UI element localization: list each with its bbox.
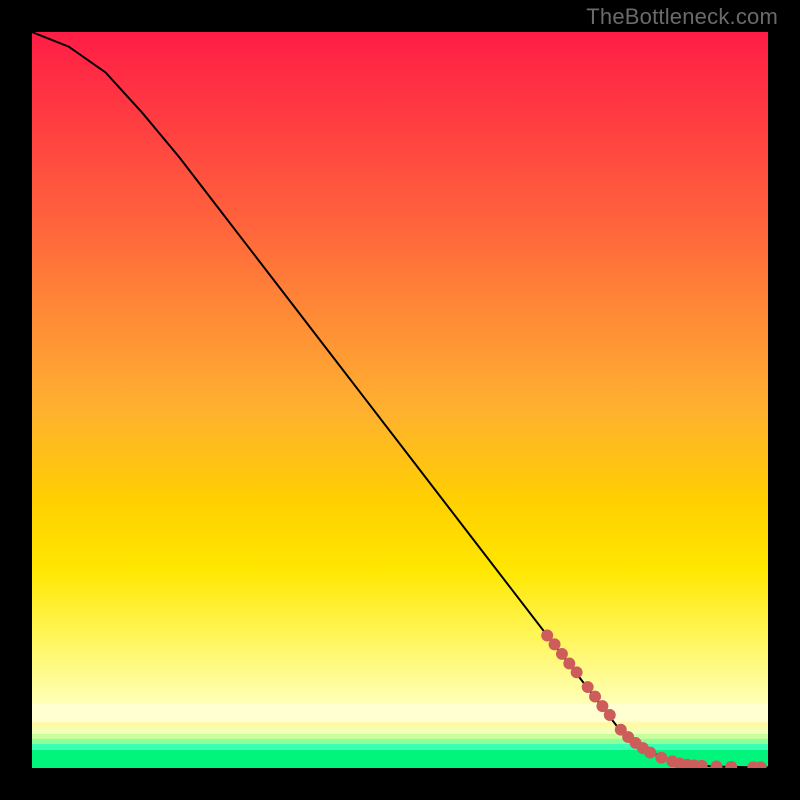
data-marker [589, 691, 601, 703]
data-marker [711, 760, 723, 768]
data-marker [604, 709, 616, 721]
chart-svg [32, 32, 768, 768]
data-marker [644, 747, 656, 759]
data-marker [549, 638, 561, 650]
data-marker [725, 761, 737, 768]
data-marker [655, 752, 667, 764]
data-marker [571, 666, 583, 678]
marker-group [541, 630, 766, 768]
data-marker [582, 681, 594, 693]
figure-root: TheBottleneck.com [0, 0, 800, 800]
data-marker [556, 648, 568, 660]
plot-area [30, 30, 770, 770]
watermark-label: TheBottleneck.com [586, 4, 778, 30]
series-line [32, 32, 768, 767]
